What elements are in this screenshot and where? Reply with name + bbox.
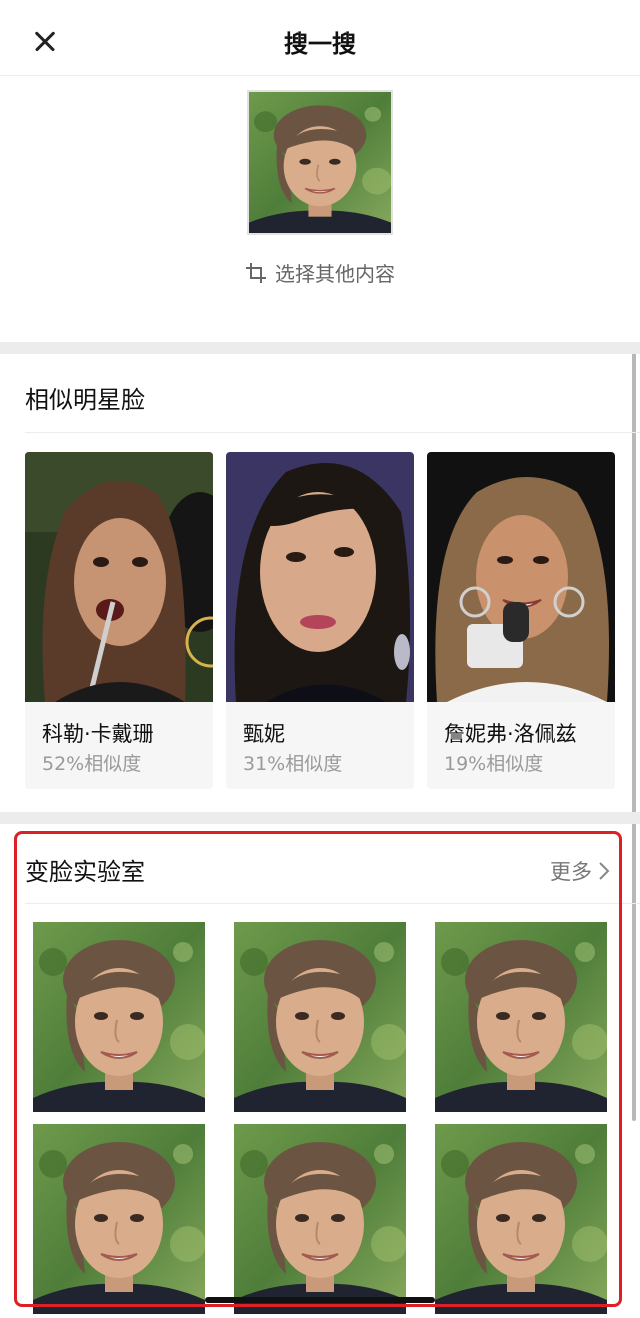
face-lab-tile[interactable] [234, 1124, 406, 1314]
query-image[interactable] [247, 90, 393, 235]
section-gap [0, 342, 640, 354]
face-lab-tile[interactable] [33, 922, 205, 1112]
star-similarity: 52%相似度 [42, 753, 142, 775]
star-photo [226, 452, 414, 702]
face-lab-tile[interactable] [33, 1124, 205, 1314]
query-section: 选择其他内容 [0, 76, 640, 342]
divider [25, 903, 640, 904]
face-lab-title: 变脸实验室 [25, 858, 145, 886]
more-label: 更多 [550, 860, 592, 884]
star-name: 科勒·卡戴珊 [42, 722, 154, 746]
star-similarity: 19%相似度 [444, 753, 544, 775]
star-card[interactable]: 甄妮 31%相似度 [226, 452, 414, 789]
star-similarity: 31%相似度 [243, 753, 343, 775]
face-lab-tile[interactable] [234, 922, 406, 1112]
star-card[interactable]: 詹妮弗·洛佩兹 19%相似度 [427, 452, 615, 789]
select-other-content-button[interactable]: 选择其他内容 [0, 258, 640, 287]
chevron-right-icon [599, 862, 610, 880]
star-name: 甄妮 [243, 722, 285, 746]
face-lab-tile[interactable] [435, 922, 607, 1112]
similar-stars-title: 相似明星脸 [25, 386, 145, 414]
divider [25, 432, 640, 433]
section-gap [0, 812, 640, 824]
crop-icon [246, 263, 266, 283]
page-title: 搜一搜 [284, 30, 356, 58]
home-indicator [205, 1297, 435, 1303]
star-photo [25, 452, 213, 702]
star-name: 詹妮弗·洛佩兹 [444, 722, 577, 746]
star-photo [427, 452, 615, 702]
star-card[interactable]: 科勒·卡戴珊 52%相似度 [25, 452, 213, 789]
top-bar: 搜一搜 [0, 0, 640, 76]
more-link[interactable]: 更多 [550, 856, 610, 886]
face-lab-tile[interactable] [435, 1124, 607, 1314]
select-other-label: 选择其他内容 [275, 262, 395, 286]
